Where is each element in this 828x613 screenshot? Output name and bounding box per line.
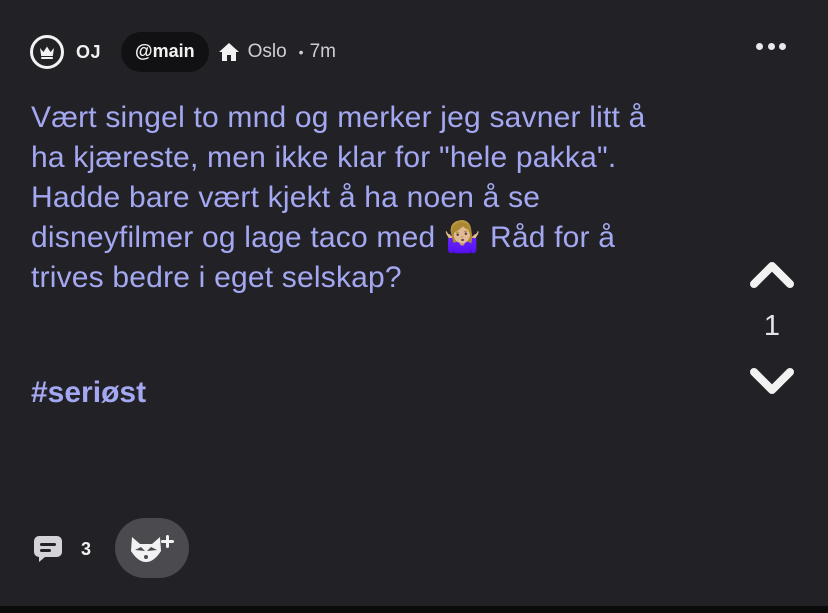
post-meta: Oslo • 7m — [218, 41, 336, 63]
add-reaction-button[interactable] — [115, 518, 189, 578]
more-options-button[interactable] — [756, 38, 786, 54]
more-dots-icon — [756, 42, 763, 50]
post-card: OJ @main Oslo • 7m Vært singel to mnd og… — [0, 0, 828, 606]
vote-count: 1 — [763, 310, 781, 342]
post-text: Vært singel to mnd og merker jeg savner … — [31, 101, 646, 294]
post-header: OJ @main Oslo • 7m — [30, 32, 336, 72]
author-name[interactable]: OJ — [76, 42, 101, 63]
location-label: Oslo — [247, 41, 287, 62]
comment-count: 3 — [81, 538, 92, 559]
home-icon — [218, 43, 239, 61]
comments-button[interactable]: 3 — [33, 534, 91, 564]
comment-bubble-icon — [34, 536, 62, 562]
bottom-edge — [0, 606, 828, 613]
crown-icon — [40, 46, 54, 59]
channel-tag[interactable]: @main — [121, 32, 209, 72]
chevron-down-icon — [750, 368, 794, 394]
hashtag-link[interactable]: #seriøst — [31, 376, 146, 410]
chevron-up-icon — [750, 262, 794, 288]
meta-separator: • — [298, 44, 304, 60]
fox-plus-icon — [131, 535, 174, 562]
author-avatar[interactable] — [30, 35, 64, 69]
upvote-button[interactable] — [748, 258, 796, 290]
downvote-button[interactable] — [748, 366, 796, 398]
post-time: 7m — [309, 41, 336, 62]
